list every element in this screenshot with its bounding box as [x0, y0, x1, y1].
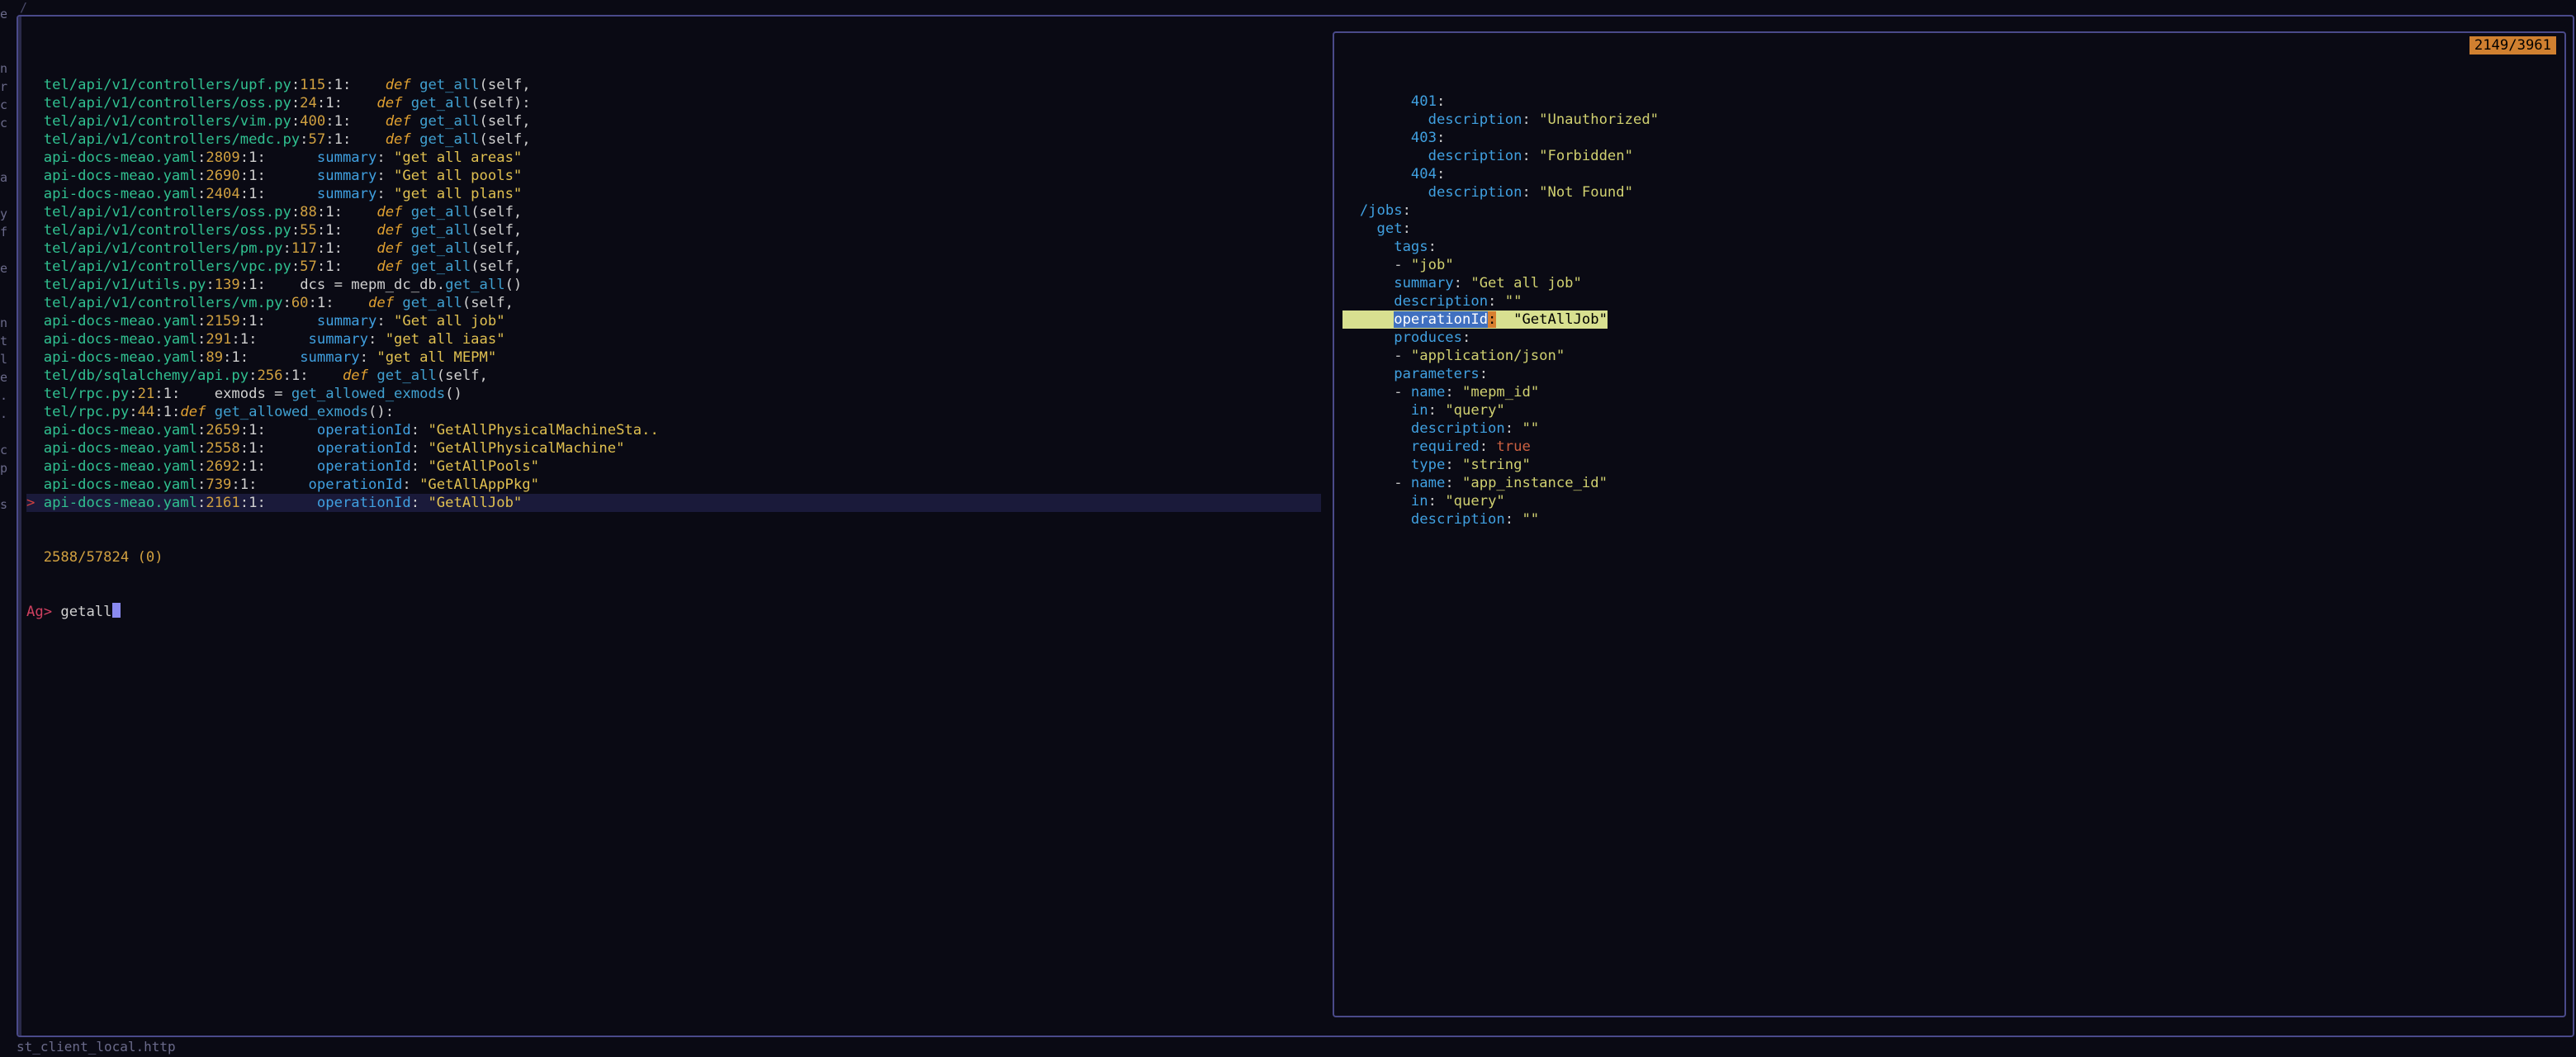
preview-line: - name: "mepm_id" [1342, 383, 2556, 401]
preview-content: 401: description: "Unauthorized" 403: de… [1342, 92, 2556, 528]
preview-line: description: "Not Found" [1342, 183, 2556, 201]
result-counts: 2588/57824 (0) [26, 548, 1321, 566]
result-row[interactable]: tel/api/v1/controllers/oss.py:88:1: def … [26, 203, 1321, 221]
preview-line: tags: [1342, 238, 2556, 256]
preview-line: - "job" [1342, 256, 2556, 274]
result-row[interactable]: api-docs-meao.yaml:2159:1: summary: "Get… [26, 312, 1321, 330]
result-row[interactable]: tel/api/v1/controllers/vpc.py:57:1: def … [26, 258, 1321, 276]
preview-line: /jobs: [1342, 201, 2556, 220]
result-row[interactable]: tel/rpc.py:21:1: exmods = get_allowed_ex… [26, 385, 1321, 403]
preview-line: description: "Unauthorized" [1342, 111, 2556, 129]
result-row[interactable]: tel/api/v1/utils.py:139:1: dcs = mepm_dc… [26, 276, 1321, 294]
cursor-icon [112, 603, 121, 618]
gutter-column: enrccayfentle..cps [0, 0, 15, 1057]
result-row[interactable]: api-docs-meao.yaml:2690:1: summary: "Get… [26, 167, 1321, 185]
preview-line: summary: "Get all job" [1342, 274, 2556, 292]
preview-line: - "application/json" [1342, 347, 2556, 365]
results-scrollbar [18, 17, 21, 1036]
preview-line: in: "query" [1342, 401, 2556, 419]
preview-line: 401: [1342, 92, 2556, 111]
preview-line: description: "Forbidden" [1342, 147, 2556, 165]
result-row[interactable]: api-docs-meao.yaml:2659:1: operationId: … [26, 421, 1321, 439]
result-row[interactable]: tel/db/sqlalchemy/api.py:256:1: def get_… [26, 367, 1321, 385]
result-row[interactable]: > api-docs-meao.yaml:2161:1: operationId… [26, 494, 1321, 512]
preview-line: description: "" [1342, 419, 2556, 438]
preview-line: description: "" [1342, 510, 2556, 528]
preview-line: produces: [1342, 329, 2556, 347]
preview-pane[interactable]: 2149/3961 401: description: "Unauthorize… [1333, 31, 2566, 1017]
result-row[interactable]: api-docs-meao.yaml:739:1: operationId: "… [26, 476, 1321, 494]
search-prompt[interactable]: Ag> getall [26, 603, 1321, 621]
result-row[interactable]: api-docs-meao.yaml:2558:1: operationId: … [26, 439, 1321, 457]
preview-position-badge: 2149/3961 [2469, 36, 2556, 55]
results-pane[interactable]: tel/api/v1/controllers/upf.py:115:1: def… [18, 17, 1326, 1036]
preview-line: in: "query" [1342, 492, 2556, 510]
preview-line: 404: [1342, 165, 2556, 183]
result-row[interactable]: api-docs-meao.yaml:2404:1: summary: "get… [26, 185, 1321, 203]
results-list[interactable]: tel/api/v1/controllers/upf.py:115:1: def… [26, 76, 1321, 512]
editor-window: enrccayfentle..cps / tel/api/v1/controll… [0, 0, 2576, 1057]
result-row[interactable]: tel/api/v1/controllers/vim.py:400:1: def… [26, 112, 1321, 130]
result-row[interactable]: tel/api/v1/controllers/upf.py:115:1: def… [26, 76, 1321, 94]
status-bar: st_client_local.http [15, 1039, 2576, 1057]
result-row[interactable]: tel/api/v1/controllers/vm.py:60:1: def g… [26, 294, 1321, 312]
result-row[interactable]: tel/rpc.py:44:1:def get_allowed_exmods()… [26, 403, 1321, 421]
result-row[interactable]: tel/api/v1/controllers/pm.py:117:1: def … [26, 239, 1321, 258]
preview-line: - name: "app_instance_id" [1342, 474, 2556, 492]
result-row[interactable]: api-docs-meao.yaml:291:1: summary: "get … [26, 330, 1321, 348]
result-row[interactable]: api-docs-meao.yaml:2692:1: operationId: … [26, 457, 1321, 476]
preview-line: operationId: "GetAllJob" [1342, 310, 2556, 329]
preview-line: type: "string" [1342, 456, 2556, 474]
top-path-line: / [15, 0, 2576, 15]
preview-line: required: true [1342, 438, 2556, 456]
preview-line: 403: [1342, 129, 2556, 147]
main-area: / tel/api/v1/controllers/upf.py:115:1: d… [15, 0, 2576, 1057]
preview-line: get: [1342, 220, 2556, 238]
preview-line: description: "" [1342, 292, 2556, 310]
fzf-panel: tel/api/v1/controllers/upf.py:115:1: def… [17, 15, 2574, 1037]
preview-line: parameters: [1342, 365, 2556, 383]
result-row[interactable]: api-docs-meao.yaml:89:1: summary: "get a… [26, 348, 1321, 367]
result-row[interactable]: api-docs-meao.yaml:2809:1: summary: "get… [26, 149, 1321, 167]
result-row[interactable]: tel/api/v1/controllers/oss.py:24:1: def … [26, 94, 1321, 112]
result-row[interactable]: tel/api/v1/controllers/medc.py:57:1: def… [26, 130, 1321, 149]
result-row[interactable]: tel/api/v1/controllers/oss.py:55:1: def … [26, 221, 1321, 239]
